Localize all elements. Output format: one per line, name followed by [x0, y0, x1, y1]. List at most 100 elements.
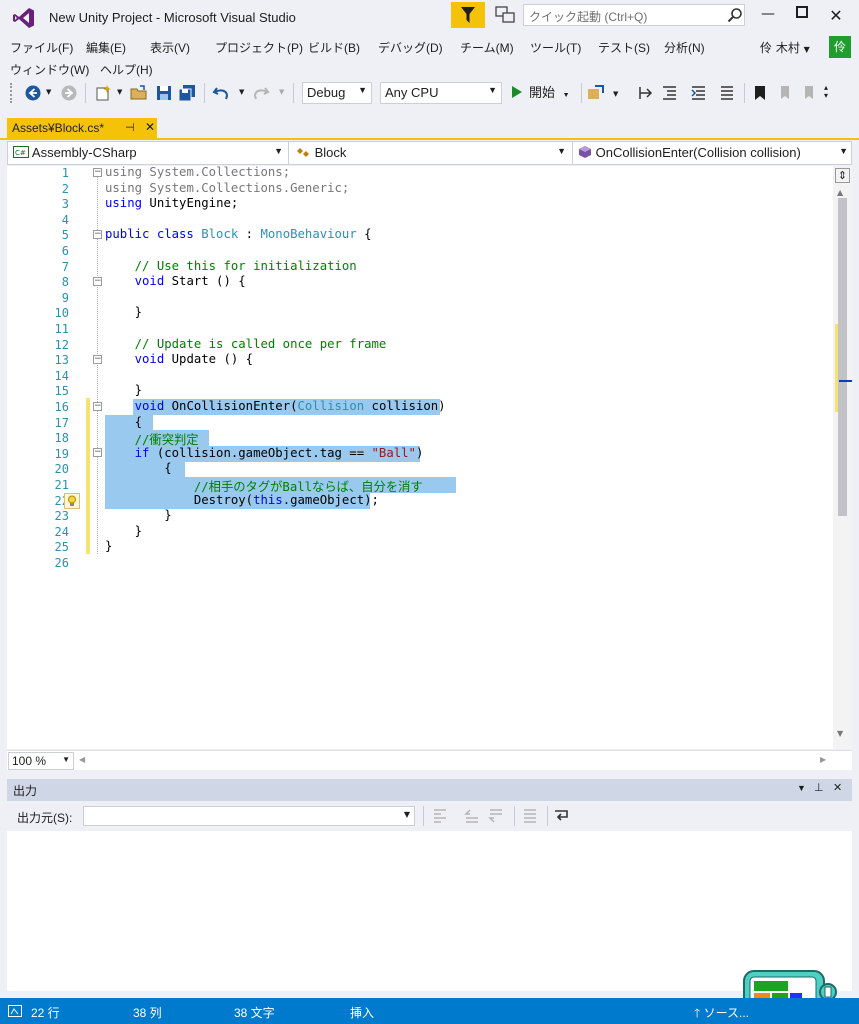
menu-window[interactable]: ウィンドウ(W) [10, 61, 89, 78]
next-message-icon[interactable] [487, 807, 505, 825]
window-title: New Unity Project - Microsoft Visual Stu… [49, 10, 296, 25]
step-over-icon[interactable] [661, 84, 679, 102]
chevron-down-icon[interactable]: ▼ [239, 88, 244, 96]
menu-edit[interactable]: 編集(E) [86, 39, 126, 56]
menu-help[interactable]: ヘルプ(H) [100, 61, 153, 78]
menu-project[interactable]: プロジェクト(P) [215, 39, 303, 56]
browser-link-icon[interactable] [587, 84, 605, 102]
code-line: // Use this for initialization [105, 258, 357, 273]
menu-debug[interactable]: デバッグ(D) [378, 39, 443, 56]
lightbulb-icon[interactable] [64, 493, 80, 509]
menu-analyze[interactable]: 分析(N) [664, 39, 705, 56]
tab-block-cs[interactable]: Assets¥Block.cs* ⊣ ✕ [7, 118, 157, 140]
collapse-icon[interactable]: − [93, 168, 102, 177]
avatar[interactable]: 伶 [829, 36, 851, 58]
chevron-down-icon[interactable]: ▼ [613, 90, 618, 98]
code-token: Update () { [164, 352, 254, 367]
chevron-down-icon[interactable]: ▼ [117, 88, 122, 96]
search-icon[interactable] [727, 7, 743, 23]
collapse-icon[interactable]: − [93, 230, 102, 239]
menu-team[interactable]: チーム(M) [460, 39, 514, 56]
code-editor[interactable]: 1 2 3 4 5 6 7 8 9 10 11 12 13 14 15 16 1… [7, 165, 852, 749]
chevron-down-icon[interactable]: ▼ [279, 88, 284, 96]
back-icon[interactable] [24, 84, 42, 102]
line-number: 4 [61, 212, 69, 227]
status-line: 22 行 [31, 1006, 60, 1020]
scroll-right-icon[interactable]: ▶ [820, 755, 826, 764]
save-all-icon[interactable] [178, 84, 196, 102]
line-number: 20 [54, 462, 69, 477]
collapse-icon[interactable]: − [93, 448, 102, 457]
solution-platform-select[interactable]: Any CPU ▼ [380, 82, 502, 104]
toolbar-overflow-button[interactable]: ▴ ▾ [824, 84, 828, 100]
menu-build[interactable]: ビルド(B) [308, 39, 360, 56]
collapse-icon[interactable]: − [93, 402, 102, 411]
save-icon[interactable] [155, 84, 173, 102]
scroll-down-icon[interactable]: ▼ [837, 729, 843, 738]
previous-message-icon[interactable] [463, 807, 481, 825]
user-account-name[interactable]: 伶 木村 ▼ [760, 39, 810, 56]
toolbar-separator [514, 806, 515, 826]
comment-lines-icon[interactable] [718, 84, 736, 102]
collapse-icon[interactable]: − [93, 355, 102, 364]
step-out-icon[interactable] [690, 84, 708, 102]
toggle-word-wrap-icon[interactable] [553, 807, 571, 825]
csharp-project-icon: C# [13, 146, 29, 158]
solution-configuration-select[interactable]: Debug ▼ [302, 82, 372, 104]
status-bar: 22 行 38 列 38 文字 挿入 🡑 ソース... [0, 998, 859, 1024]
scrollbar-thumb[interactable] [838, 198, 847, 516]
change-marker [835, 324, 838, 412]
project-dropdown[interactable]: C# Assembly-CSharp ▼ [9, 143, 287, 164]
output-panel-header[interactable]: 出力 ▼ ⊥ ✕ [7, 779, 852, 801]
vertical-scrollbar[interactable]: ⇕ ▲ ▼ [833, 166, 852, 749]
chevron-down-icon[interactable]: ▼ [46, 88, 51, 96]
source-control-button[interactable]: 🡑 ソース... [694, 1004, 749, 1024]
line-number: 24 [54, 524, 69, 539]
chevron-down-icon[interactable]: ▼ [797, 783, 806, 793]
undo-icon[interactable] [212, 84, 230, 102]
menu-file[interactable]: ファイル(F) [10, 39, 73, 56]
member-dropdown[interactable]: OnCollisionEnter(Collision collision) ▼ [574, 143, 852, 164]
status-column: 38 列 [133, 1006, 162, 1020]
keyword-token: using [105, 165, 143, 179]
start-debugging-button[interactable]: 開始 ▼ [511, 82, 570, 104]
new-project-icon[interactable] [94, 84, 112, 102]
toolbar-grip[interactable] [10, 83, 14, 103]
quick-launch-input[interactable]: クイック起動 (Ctrl+Q) [523, 4, 745, 26]
menu-view[interactable]: 表示(V) [150, 39, 190, 56]
menu-test[interactable]: テスト(S) [598, 39, 650, 56]
split-window-icon[interactable]: ⇕ [835, 168, 850, 183]
minimize-button[interactable]: — [758, 6, 778, 26]
toolbar-separator [204, 83, 205, 103]
collapse-icon[interactable]: − [93, 277, 102, 286]
code-token: Destroy( [105, 492, 254, 507]
notification-filter-button[interactable] [451, 2, 485, 28]
find-message-in-code-icon[interactable] [431, 807, 449, 825]
clear-all-icon[interactable] [521, 807, 539, 825]
configuration-value: Debug [307, 85, 346, 100]
pin-icon[interactable]: ⊥ [814, 781, 824, 794]
zoom-level-select[interactable]: 100 % ▼ [8, 752, 74, 770]
next-bookmark-icon[interactable] [800, 84, 818, 102]
step-into-icon[interactable] [637, 84, 655, 102]
class-dropdown[interactable]: Block ▼ [291, 143, 570, 164]
bookmark-icon[interactable] [751, 84, 769, 102]
redo-icon[interactable] [252, 84, 270, 102]
scroll-left-icon[interactable]: ◀ [79, 755, 85, 764]
open-folder-icon[interactable] [130, 84, 148, 102]
close-icon[interactable]: ✕ [833, 781, 842, 794]
maximize-button[interactable] [792, 6, 812, 26]
scroll-up-icon[interactable]: ▲ [837, 188, 843, 197]
keyword-token: void [105, 274, 165, 289]
output-text-area[interactable] [7, 831, 852, 991]
toolbar-separator [744, 83, 745, 103]
menu-tools[interactable]: ツール(T) [530, 39, 581, 56]
close-window-button[interactable]: ✕ [826, 6, 846, 26]
close-icon[interactable]: ✕ [145, 120, 155, 134]
pin-icon[interactable]: ⊣ [125, 121, 135, 134]
output-source-select[interactable]: ▼ [83, 806, 415, 826]
feedback-icon[interactable] [494, 5, 516, 25]
forward-icon[interactable] [60, 84, 78, 102]
start-label: 開始 [529, 85, 556, 100]
previous-bookmark-icon[interactable] [776, 84, 794, 102]
